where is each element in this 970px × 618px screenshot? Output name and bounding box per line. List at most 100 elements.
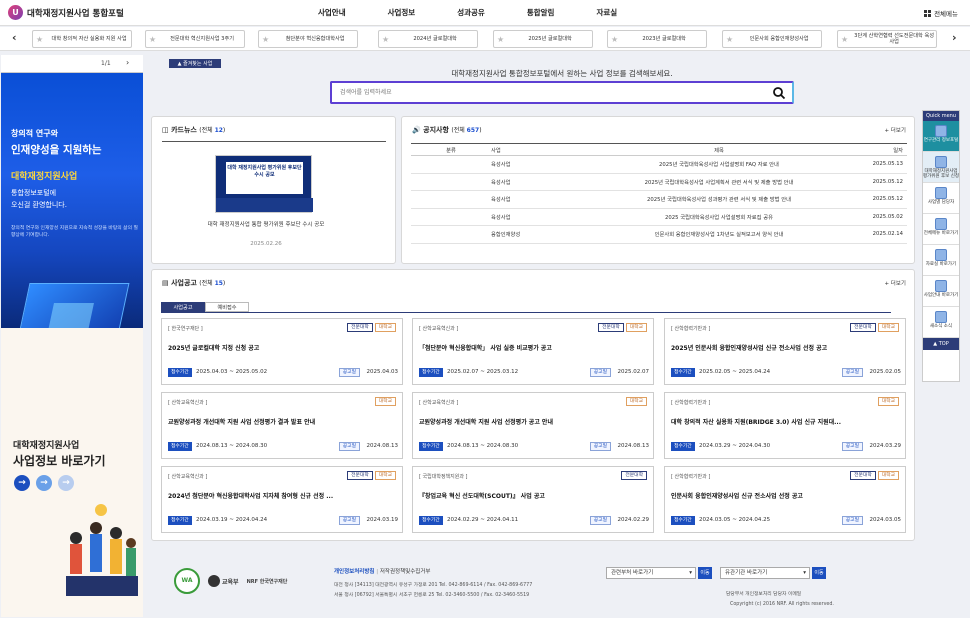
cardnews-caption[interactable]: 대학 재정지원사업 통합 평가위원 후보단 수시 공모: [162, 221, 370, 229]
chip-glow: [48, 303, 94, 331]
card-title[interactable]: 『창업교육 혁신 선도대학(SCOUT)』 사업 공고: [419, 491, 649, 500]
notice-date-label: 공고일: [589, 516, 611, 525]
arrow-right-icon[interactable]: →: [14, 475, 30, 491]
announce-card[interactable]: [ 산학교육혁신과 ] 전문대학 대학교 「첨단분야 혁신융합대학」 사업 실증 …: [412, 318, 654, 385]
star-icon[interactable]: ★: [382, 35, 389, 44]
quick-item-contacts[interactable]: 사업별 담당자: [923, 183, 959, 214]
star-icon[interactable]: ★: [497, 35, 504, 44]
star-icon[interactable]: ★: [841, 35, 848, 44]
card-title[interactable]: 인문사회 융합인재양성사업 신규 전소사업 선정 공고: [671, 491, 901, 500]
announce-card[interactable]: [ 국립대학정책지원과 ] 전문대학 『창업교육 혁신 선도대학(SCOUT)』…: [412, 466, 654, 533]
arrow-right-icon[interactable]: →: [58, 475, 74, 491]
quick-item-archive[interactable]: 자료실 바로가기: [923, 245, 959, 276]
quick-item-evaluator-apply[interactable]: 대학재정지원사업 평가위원 후보 신청: [923, 152, 959, 183]
copyright-policy-link[interactable]: 저작권정책및수집거부: [380, 569, 431, 575]
announce-card[interactable]: [ 산학협력기반과 ] 전문대학 대학교 인문사회 융합인재양성사업 신규 전소사…: [664, 466, 906, 533]
banner-bottom-line2: 사업정보 바로가기: [13, 454, 106, 468]
notice-more-link[interactable]: + 더보기: [884, 126, 906, 134]
card-footer: 접수기간 2024.03.19 ~ 2024.04.24 공고일 2024.03…: [168, 516, 398, 526]
cardnews-image-text: 대학 재정지원사업 평가위원 후보단 수시 공모: [226, 162, 303, 194]
fav-item[interactable]: ★ 2023년 글로컬대학: [607, 30, 707, 48]
search-title: 대학재정지원사업 통합정보포털에서 원하는 사업 정보를 검색해보세요.: [451, 69, 673, 78]
arrow-right-icon[interactable]: →: [36, 475, 52, 491]
related-agency-go-button[interactable]: 이동: [812, 567, 826, 579]
announce-card[interactable]: [ 한국연구재단 ] 전문대학 대학교 2025년 글로컬대학 지정 신청 공고 …: [161, 318, 403, 385]
fav-item[interactable]: ★ 2024년 글로컬대학: [378, 30, 478, 48]
target-tag: 전문대학: [347, 471, 373, 480]
card-title[interactable]: 2024년 첨단분야 혁신융합대학사업 지자체 참여형 신규 선정 ...: [168, 491, 398, 500]
quick-item-research-portal[interactable]: 연구관리 정보포털: [923, 121, 959, 152]
card-title[interactable]: 대학 창의적 자산 실용화 지원(BRIDGE 3.0) 사업 신규 지원대..…: [671, 417, 901, 426]
scroll-top-button[interactable]: ▲ TOP: [923, 338, 959, 350]
nav-item-results[interactable]: 성과공유: [457, 7, 485, 18]
related-agency-select[interactable]: 유관기관 바로가기 ▾: [720, 567, 810, 579]
table-row[interactable]: 융합인재양성 인문사회 융합인재양성사업 1차년도 실적보고서 양식 안내 2025…: [411, 225, 907, 244]
people-illustration: [66, 504, 138, 596]
banner-hero[interactable]: 창의적 연구와 인재양성을 지원하는 대학재정지원사업 통합정보포털에 오신걸 환…: [1, 73, 143, 363]
banner-line3: 대학재정지원사업: [11, 172, 78, 182]
card-period: 2025.04.03 ~ 2025.05.02: [196, 369, 268, 375]
card-org: [ 산학교육혁신과 ]: [419, 326, 459, 332]
tab-pre-registration[interactable]: 예비접수: [205, 302, 249, 312]
card-org: [ 한국연구재단 ]: [168, 326, 203, 332]
card-tags: 대학교: [374, 397, 396, 406]
next-arrow-icon[interactable]: ›: [952, 31, 957, 44]
announce-card[interactable]: [ 산학협력기반과 ] 전문대학 대학교 2025년 인문사회 융합인재양성사업 …: [664, 318, 906, 385]
favorite-business-bar: ‹ ★ 대학 창의적 자산 실용화 지원 사업 ★ 전문대학 혁신지원사업 3주기 …: [0, 27, 970, 51]
pager-next-icon[interactable]: ›: [126, 58, 129, 67]
card-footer: 접수기간 2024.03.05 ~ 2024.04.25 공고일 2024.03…: [671, 516, 901, 526]
cardnews-thumbnail[interactable]: 대학 재정지원사업 평가위원 후보단 수시 공모: [215, 155, 313, 213]
fav-item[interactable]: ★ 인문사회 융합인재양성사업: [722, 30, 822, 48]
quick-item-all-menu[interactable]: 전체메뉴 바로가기: [923, 214, 959, 245]
favorites-toggle-button[interactable]: ▲ 즐겨찾는 사업: [169, 59, 221, 68]
announce-card[interactable]: [ 산학협력기반과 ] 대학교 대학 창의적 자산 실용화 지원(BRIDGE …: [664, 392, 906, 459]
tab-announce[interactable]: 사업공고: [161, 302, 205, 312]
nav-item-notices[interactable]: 통합알림: [527, 7, 555, 18]
logo-text: 대학재정지원사업 통합포털: [27, 8, 124, 19]
footer-small-links[interactable]: 담당부서 개인정보처리 담당자 이메일: [726, 590, 801, 597]
announce-card[interactable]: [ 산학교육혁신과 ] 전문대학 대학교 2024년 첨단분야 혁신융합대학사업 …: [161, 466, 403, 533]
card-title[interactable]: 「첨단분야 혁신융합대학」 사업 실증 비교평가 공고: [419, 343, 649, 352]
star-icon[interactable]: ★: [36, 35, 43, 44]
fav-item[interactable]: ★ 첨단분야 혁신융합대학사업: [258, 30, 358, 48]
table-row[interactable]: 육성사업 2025년 국립대학육성사업 사업설명회 FAQ 자료 안내 2025.0…: [411, 155, 907, 174]
search-icon[interactable]: [772, 86, 786, 100]
fav-item[interactable]: ★ 3단계 산학연협력 선도전문대학 육성사업: [837, 30, 937, 48]
fav-item[interactable]: ★ 전문대학 혁신지원사업 3주기: [145, 30, 245, 48]
fav-item[interactable]: ★ 대학 창의적 자산 실용화 지원 사업: [32, 30, 132, 48]
star-icon[interactable]: ★: [726, 35, 733, 44]
announce-card[interactable]: [ 산학교육혁신과 ] 대학교 교원양성과정 개선대학 지원 사업 선정평가 결…: [161, 392, 403, 459]
card-title[interactable]: 교원양성과정 개선대학 지원 사업 선정평가 결과 발표 안내: [168, 417, 398, 426]
related-ministry-go-button[interactable]: 이동: [698, 567, 712, 579]
announce-card[interactable]: [ 산학교육혁신과 ] 대학교 교원양성과정 개선대학 지원 사업 선정평가 공…: [412, 392, 654, 459]
card-title[interactable]: 2025년 글로컬대학 지정 신청 공고: [168, 343, 398, 352]
table-row[interactable]: 육성사업 2025년 국립대학육성사업 사업계획서 관련 서식 및 제출 방법 안…: [411, 173, 907, 191]
quick-item-news[interactable]: 새소식 소식: [923, 307, 959, 338]
quick-item-guide[interactable]: 사업안내 바로가기: [923, 276, 959, 307]
portal-icon: [935, 125, 947, 137]
prev-arrow-icon[interactable]: ‹: [12, 31, 17, 44]
announce-more-link[interactable]: + 더보기: [884, 279, 906, 287]
card-title[interactable]: 교원양성과정 개선대학 지원 사업 선정평가 공고 안내: [419, 417, 649, 426]
card-title[interactable]: 2025년 인문사회 융합인재양성사업 신규 전소사업 선정 공고: [671, 343, 901, 352]
star-icon[interactable]: ★: [149, 35, 156, 44]
star-icon[interactable]: ★: [611, 35, 618, 44]
target-tag: 전문대학: [850, 471, 876, 480]
fav-item[interactable]: ★ 2025년 글로컬대학: [493, 30, 593, 48]
nav-item-business-guide[interactable]: 사업안내: [318, 7, 346, 18]
nav-item-archive[interactable]: 자료실: [596, 7, 617, 18]
table-row[interactable]: 육성사업 2025년 국립대학육성사업 성과평가 관련 서식 및 제출 방법 안내…: [411, 190, 907, 209]
announce-tabs: 사업공고 예비접수: [161, 302, 249, 312]
footer-logos: WA 교육부 NRF 한국연구재단: [174, 568, 287, 594]
search-input[interactable]: [340, 87, 760, 98]
related-ministry-select[interactable]: 관련부처 바로가기 ▾: [606, 567, 696, 579]
nav-item-business-info[interactable]: 사업정보: [388, 7, 416, 18]
star-icon[interactable]: ★: [262, 35, 269, 44]
all-menu-button[interactable]: 전체메뉴: [924, 8, 958, 18]
card-date: 2025.02.07: [617, 369, 650, 375]
banner-line2: 인재양성을 지원하는: [11, 144, 102, 156]
site-logo[interactable]: U 대학재정지원사업 통합포털: [8, 5, 124, 20]
privacy-policy-link[interactable]: 개인정보처리방침: [334, 569, 374, 575]
table-row[interactable]: 육성사업 2025 국립대학육성사업 사업설명회 자료집 공유 2025.05.02: [411, 208, 907, 226]
banner-bottom[interactable]: 대학재정지원사업 사업정보 바로가기 → → →: [1, 328, 143, 617]
